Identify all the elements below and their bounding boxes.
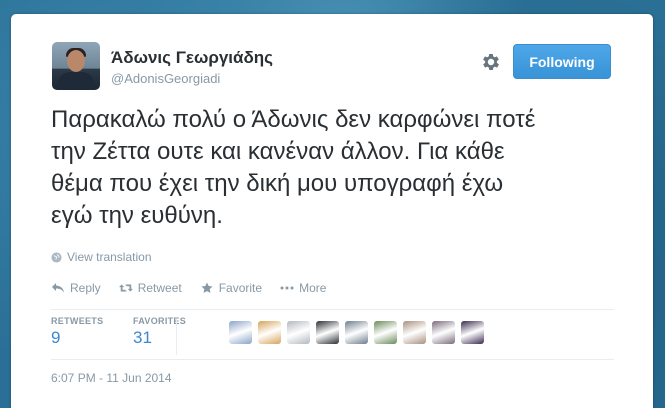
tweet-actions: Reply Retweet Favorite More — [51, 281, 326, 295]
divider — [51, 309, 614, 310]
user-avatar[interactable] — [52, 42, 100, 90]
favorites-count: 31 — [133, 328, 152, 347]
avatar-2[interactable] — [258, 321, 281, 344]
retweets-count: 9 — [51, 328, 61, 347]
favorites-stat[interactable]: FAVORITES 31 — [133, 316, 186, 348]
gear-icon[interactable] — [480, 51, 502, 73]
avatar-8[interactable] — [432, 321, 455, 344]
star-icon — [201, 282, 213, 293]
favorite-label: Favorite — [218, 281, 263, 295]
tweet-line: την Ζέττα ουτε και κανέναν άλλον. Για κά… — [51, 138, 505, 165]
tweet-card: Άδωνις Γεωργιάδης @AdonisGeorgiadi Follo… — [11, 14, 653, 408]
favorite-button[interactable]: Favorite — [200, 281, 262, 295]
globe-icon — [51, 251, 62, 263]
tweet-timestamp[interactable]: 6:07 PM - 11 Jun 2014 — [51, 371, 172, 385]
stats-divider — [176, 319, 177, 355]
reply-label: Reply — [70, 281, 101, 295]
avatar-4[interactable] — [316, 321, 339, 344]
divider — [51, 359, 614, 360]
tweet-line: Παρακαλώ πολύ ο Άδωνις δεν καρφώνει ποτέ — [51, 106, 536, 133]
avatar-3[interactable] — [287, 321, 310, 344]
retweets-label: RETWEETS — [51, 316, 104, 326]
avatar-1[interactable] — [229, 321, 252, 344]
tweet-line: θέμα που έχει την δική μου υπογραφή έχω — [51, 170, 504, 197]
user-name[interactable]: Άδωνις Γεωργιάδης — [111, 48, 273, 68]
tweet-line: εγώ την ευθύνη. — [51, 202, 223, 229]
avatar-6[interactable] — [374, 321, 397, 344]
reply-button[interactable]: Reply — [51, 281, 101, 295]
more-label: More — [299, 281, 327, 295]
retweet-label: Retweet — [137, 281, 182, 295]
tweet-text: Παρακαλώ πολύ ο Άδωνις δεν καρφώνει ποτέ… — [51, 104, 641, 232]
reply-icon — [52, 283, 64, 293]
retweet-button[interactable]: Retweet — [118, 281, 182, 295]
retweet-icon — [118, 284, 133, 292]
user-handle[interactable]: @AdonisGeorgiadi — [111, 71, 220, 86]
view-translation-label: View translation — [67, 250, 152, 264]
favorites-label: FAVORITES — [133, 316, 187, 326]
more-icon — [280, 286, 294, 290]
avatar-5[interactable] — [345, 321, 368, 344]
retweets-stat[interactable]: RETWEETS 9 — [51, 316, 103, 348]
favoriter-avatars — [229, 321, 484, 344]
view-translation-link[interactable]: View translation — [51, 250, 152, 264]
avatar-9[interactable] — [461, 321, 484, 344]
following-button[interactable]: Following — [513, 44, 611, 79]
avatar-7[interactable] — [403, 321, 426, 344]
more-button[interactable]: More — [280, 281, 326, 295]
